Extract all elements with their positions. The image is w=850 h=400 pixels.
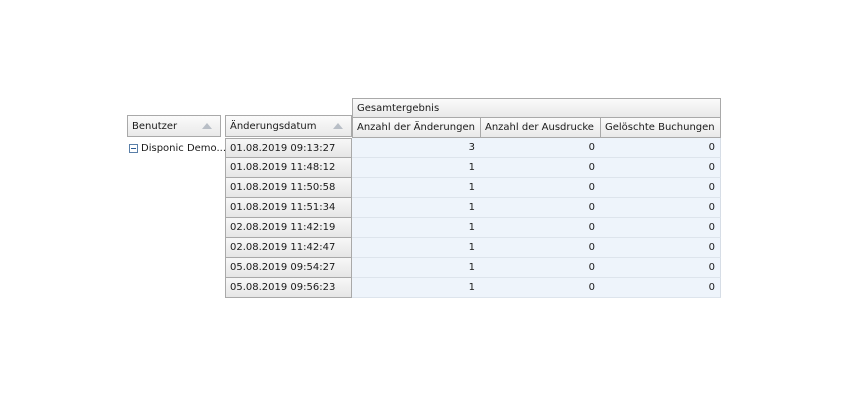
data-cell[interactable]: 0 [480, 158, 601, 178]
row-header-date[interactable]: 05.08.2019 09:54:27 [225, 258, 352, 278]
data-cell-value: 0 [588, 222, 595, 233]
data-cell-value: 1 [468, 282, 475, 293]
row-header-date-label: 01.08.2019 11:48:12 [230, 162, 336, 173]
row-header-date[interactable]: 02.08.2019 11:42:47 [225, 238, 352, 258]
column-header-geloeschte-buchungen[interactable]: Gelöschte Buchungen [600, 117, 721, 138]
data-cell[interactable]: 0 [600, 198, 721, 218]
data-cell[interactable]: 0 [480, 218, 601, 238]
data-cell-value: 1 [468, 182, 475, 193]
column-header-label: Anzahl der Ausdrucke [485, 122, 594, 133]
row-header-date[interactable]: 01.08.2019 11:50:58 [225, 178, 352, 198]
data-cell[interactable]: 0 [480, 178, 601, 198]
column-header-aenderungen[interactable]: Anzahl der Änderungen [352, 117, 481, 138]
data-cell-value: 1 [468, 222, 475, 233]
data-cell-value: 0 [708, 202, 715, 213]
row-header-date-label: 05.08.2019 09:56:23 [230, 282, 336, 293]
data-cell-value: 0 [588, 242, 595, 253]
row-header-date-label: 01.08.2019 09:13:27 [230, 142, 336, 154]
data-cell-value: 0 [588, 262, 595, 273]
row-header-date[interactable]: 01.08.2019 11:48:12 [225, 158, 352, 178]
data-cell-value: 0 [588, 182, 595, 193]
data-cell[interactable]: 1 [352, 158, 481, 178]
data-cell[interactable]: 1 [352, 258, 481, 278]
row-header-date[interactable]: 01.08.2019 11:51:34 [225, 198, 352, 218]
data-cell-value: 0 [708, 242, 715, 253]
column-header-ausdrucke[interactable]: Anzahl der Ausdrucke [480, 117, 601, 138]
data-cell-value: 0 [708, 262, 715, 273]
sort-ascending-icon[interactable] [333, 123, 343, 129]
data-cell-value: 0 [708, 142, 715, 153]
data-cell[interactable]: 0 [600, 158, 721, 178]
data-cell[interactable]: 1 [352, 178, 481, 198]
column-header-label: Gelöschte Buchungen [605, 122, 715, 133]
field-header-aenderungsdatum[interactable]: Änderungsdatum [225, 115, 352, 137]
data-cell[interactable]: 0 [600, 138, 721, 158]
data-cell-value: 3 [468, 142, 475, 153]
row-header-date-label: 02.08.2019 11:42:19 [230, 222, 336, 233]
data-cell-value: 0 [708, 222, 715, 233]
data-cell-value: 1 [468, 262, 475, 273]
data-cell-value: 1 [468, 242, 475, 253]
data-cell[interactable]: 0 [480, 138, 601, 158]
field-header-benutzer[interactable]: Benutzer [127, 115, 221, 137]
sort-ascending-icon[interactable] [202, 123, 212, 129]
row-header-user[interactable]: Disponic Demo... [129, 140, 227, 157]
data-cell[interactable]: 0 [600, 258, 721, 278]
row-header-date[interactable]: 05.08.2019 09:56:23 [225, 278, 352, 298]
row-header-date-label: 05.08.2019 09:54:27 [230, 262, 336, 273]
field-header-label: Änderungsdatum [230, 120, 317, 132]
data-cell-value: 0 [588, 282, 595, 293]
data-cell[interactable]: 0 [480, 258, 601, 278]
row-header-user-label: Disponic Demo... [141, 143, 227, 154]
data-cell[interactable]: 3 [352, 138, 481, 158]
data-cell-value: 0 [588, 202, 595, 213]
data-cell[interactable]: 0 [480, 198, 601, 218]
data-cell[interactable]: 0 [600, 238, 721, 258]
data-cell[interactable]: 1 [352, 278, 481, 298]
data-cell[interactable]: 0 [480, 278, 601, 298]
data-cell[interactable]: 1 [352, 198, 481, 218]
data-cell-value: 1 [468, 202, 475, 213]
data-cell[interactable]: 0 [600, 278, 721, 298]
row-header-date-label: 01.08.2019 11:50:58 [230, 182, 336, 193]
data-cell[interactable]: 1 [352, 238, 481, 258]
row-header-date[interactable]: 01.08.2019 09:13:27 [225, 138, 352, 158]
collapse-icon[interactable] [129, 144, 138, 153]
data-cell[interactable]: 0 [600, 178, 721, 198]
data-cell-value: 0 [708, 182, 715, 193]
data-cell-value: 0 [588, 162, 595, 173]
data-cell[interactable]: 0 [600, 218, 721, 238]
row-header-date-label: 01.08.2019 11:51:34 [230, 202, 336, 213]
data-cell-value: 0 [708, 282, 715, 293]
column-group-label: Gesamtergebnis [357, 102, 440, 114]
data-cell[interactable]: 0 [480, 238, 601, 258]
data-cell[interactable]: 1 [352, 218, 481, 238]
column-header-label: Anzahl der Änderungen [357, 122, 475, 133]
data-cell-value: 0 [708, 162, 715, 173]
row-header-date-label: 02.08.2019 11:42:47 [230, 242, 336, 253]
field-header-label: Benutzer [132, 120, 178, 132]
row-header-date[interactable]: 02.08.2019 11:42:19 [225, 218, 352, 238]
column-group-header[interactable]: Gesamtergebnis [352, 98, 721, 118]
data-cell-value: 1 [468, 162, 475, 173]
data-cell-value: 0 [588, 142, 595, 153]
